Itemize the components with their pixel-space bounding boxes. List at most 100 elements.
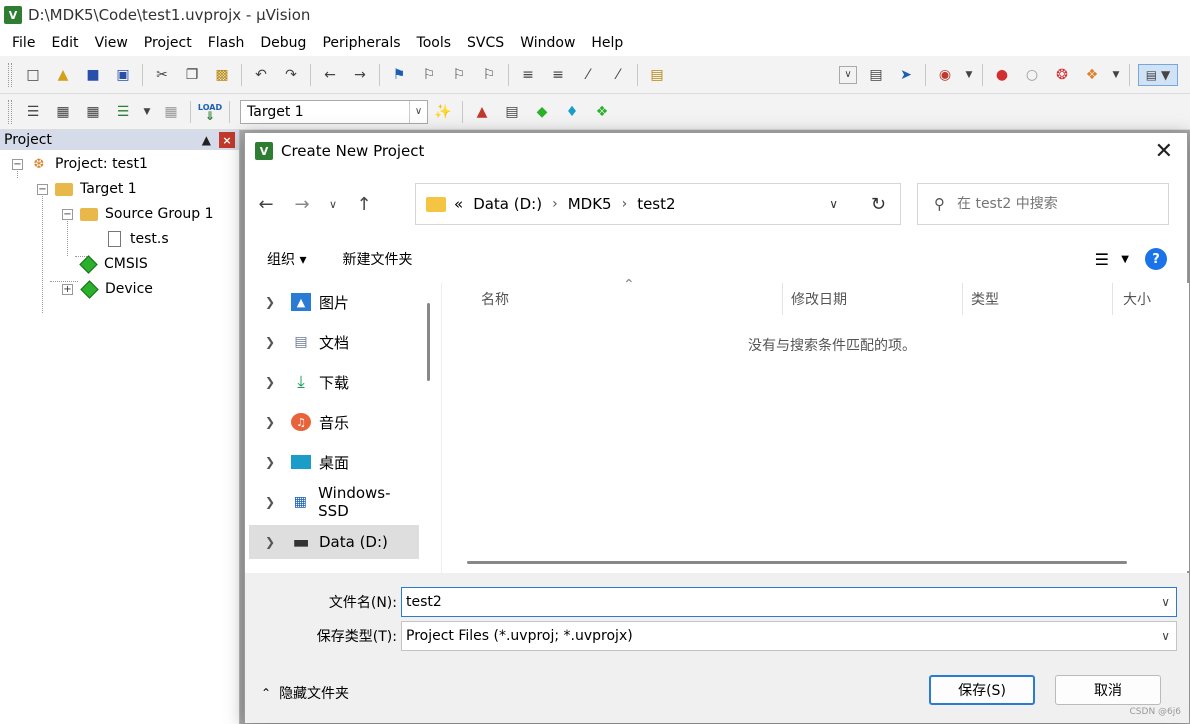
- nav-item-documents[interactable]: ❯ ▤ 文档: [249, 325, 419, 359]
- cancel-button[interactable]: 取消: [1055, 675, 1161, 705]
- new-file-icon[interactable]: □: [22, 64, 44, 86]
- view-dropdown-icon[interactable]: ▼: [1121, 254, 1129, 265]
- menu-flash[interactable]: Flash: [200, 35, 253, 51]
- chevron-down-icon[interactable]: ∨: [409, 100, 427, 123]
- toolbar-grip[interactable]: [8, 99, 12, 124]
- nav-item-pictures[interactable]: ❯ ▲ 图片: [249, 285, 419, 319]
- tree-item-file[interactable]: test.s: [104, 227, 169, 251]
- chevron-right-icon[interactable]: ❯: [265, 335, 285, 349]
- paste-icon[interactable]: ▩: [211, 64, 233, 86]
- close-icon[interactable]: ✕: [1155, 139, 1173, 164]
- column-header-type[interactable]: 类型: [963, 283, 1113, 315]
- disable-breakpoint-icon[interactable]: ○: [1021, 64, 1043, 86]
- breadcrumb-overflow[interactable]: «: [454, 195, 463, 213]
- menu-debug[interactable]: Debug: [252, 35, 314, 51]
- pin-icon[interactable]: ▲: [202, 133, 211, 147]
- copy-icon[interactable]: ❐: [181, 64, 203, 86]
- search-box[interactable]: ⚲: [917, 183, 1169, 225]
- cut-icon[interactable]: ✂: [151, 64, 173, 86]
- back-arrow-icon[interactable]: ←: [251, 189, 281, 219]
- build-icon[interactable]: ▦: [52, 101, 74, 123]
- chevron-right-icon[interactable]: ❯: [265, 375, 285, 389]
- menu-project[interactable]: Project: [136, 35, 200, 51]
- tree-item-project[interactable]: − ❆ Project: test1: [12, 152, 148, 176]
- breakpoint-icon[interactable]: ●: [991, 64, 1013, 86]
- nav-item-desktop[interactable]: ❯ 桌面: [249, 445, 419, 479]
- uncomment-icon[interactable]: ⁄: [607, 64, 629, 86]
- horizontal-scrollbar[interactable]: [467, 561, 1127, 564]
- debug-session-icon[interactable]: ◉: [934, 64, 956, 86]
- open-folder-icon[interactable]: ▲: [52, 64, 74, 86]
- batch-dropdown-icon[interactable]: ▼: [142, 101, 152, 123]
- filetype-select[interactable]: Project Files (*.uvproj; *.uvprojx) ∨: [401, 621, 1177, 651]
- manage-components-icon[interactable]: ▲: [471, 101, 493, 123]
- find-dropdown-icon[interactable]: ∨: [839, 65, 857, 84]
- kill-breakpoints-icon[interactable]: ❂: [1051, 64, 1073, 86]
- search-input[interactable]: [957, 196, 1157, 212]
- up-arrow-icon[interactable]: ↑: [349, 189, 379, 219]
- tree-item-device[interactable]: + Device: [62, 277, 153, 301]
- window-layout-icon[interactable]: ▤ ▼: [1138, 63, 1178, 86]
- breadcrumb-item[interactable]: Data (D:): [473, 195, 542, 213]
- recent-locations-icon[interactable]: ∨: [323, 189, 343, 219]
- find-in-files-icon[interactable]: ▤: [646, 64, 668, 86]
- column-header-name[interactable]: 名称: [445, 283, 783, 315]
- filename-input[interactable]: [406, 594, 1126, 610]
- breadcrumb-item[interactable]: test2: [637, 195, 675, 213]
- menu-peripherals[interactable]: Peripherals: [314, 35, 408, 51]
- unindent-icon[interactable]: ≡: [547, 64, 569, 86]
- tree-item-source-group[interactable]: − Source Group 1: [62, 202, 214, 226]
- chevron-right-icon[interactable]: ❯: [265, 455, 285, 469]
- chevron-down-icon[interactable]: ∨: [1161, 629, 1170, 643]
- target-select[interactable]: Target 1 ∨: [240, 99, 428, 124]
- nav-item-music[interactable]: ❯ ♫ 音乐: [249, 405, 419, 439]
- nav-item-windows-ssd[interactable]: ❯ ▦ Windows-SSD: [249, 484, 419, 520]
- configure-dropdown-icon[interactable]: ▼: [1111, 64, 1121, 86]
- menu-window[interactable]: Window: [512, 35, 583, 51]
- target-options-icon[interactable]: ✨: [432, 101, 454, 123]
- nav-item-data-d[interactable]: ❯ ▬ Data (D:): [249, 525, 419, 559]
- translate-icon[interactable]: ☰: [22, 101, 44, 123]
- chevron-down-icon[interactable]: ∨: [1161, 595, 1170, 609]
- tree-item-target[interactable]: − Target 1: [37, 177, 137, 201]
- expand-icon[interactable]: +: [62, 283, 73, 295]
- new-folder-button[interactable]: 新建文件夹: [342, 249, 412, 269]
- indent-icon[interactable]: ≡: [517, 64, 539, 86]
- chevron-down-icon[interactable]: ∨: [829, 197, 838, 211]
- clear-bookmarks-icon[interactable]: ⚐: [478, 64, 500, 86]
- menu-tools[interactable]: Tools: [409, 35, 460, 51]
- chevron-right-icon[interactable]: ❯: [265, 535, 285, 549]
- nav-item-downloads[interactable]: ❯ ⤓ 下载: [249, 365, 419, 399]
- pack-installer-icon[interactable]: ❖: [591, 101, 613, 123]
- next-bookmark-icon[interactable]: ⚐: [448, 64, 470, 86]
- chevron-right-icon[interactable]: ❯: [265, 415, 285, 429]
- chevron-right-icon[interactable]: ❯: [265, 295, 285, 309]
- file-extensions-icon[interactable]: ▤: [501, 101, 523, 123]
- refresh-icon[interactable]: ↻: [871, 194, 886, 215]
- chevron-right-icon[interactable]: ›: [622, 196, 628, 212]
- chevron-right-icon[interactable]: ›: [552, 196, 558, 212]
- breadcrumb-item[interactable]: MDK5: [568, 195, 612, 213]
- comment-icon[interactable]: ⁄: [577, 64, 599, 86]
- toolbar-grip[interactable]: [8, 62, 12, 87]
- collapse-icon[interactable]: −: [12, 158, 23, 170]
- hide-folders-toggle[interactable]: ⌃ 隐藏文件夹: [261, 683, 349, 703]
- collapse-icon[interactable]: −: [62, 208, 73, 220]
- menu-view[interactable]: View: [87, 35, 136, 51]
- menu-edit[interactable]: Edit: [43, 35, 86, 51]
- prev-bookmark-icon[interactable]: ⚐: [418, 64, 440, 86]
- undo-icon[interactable]: ↶: [250, 64, 272, 86]
- configure-icon[interactable]: ❖: [1081, 64, 1103, 86]
- save-all-icon[interactable]: ▣: [112, 64, 134, 86]
- redo-icon[interactable]: ↷: [280, 64, 302, 86]
- stop-build-icon[interactable]: ▦: [160, 101, 182, 123]
- address-bar[interactable]: « Data (D:) › MDK5 › test2 ∨ ↻: [415, 183, 901, 225]
- chevron-right-icon[interactable]: ❯: [265, 495, 285, 509]
- filename-combobox[interactable]: ∨: [401, 587, 1177, 617]
- navigate-back-icon[interactable]: ←: [319, 64, 341, 86]
- navigate-forward-icon[interactable]: →: [349, 64, 371, 86]
- tree-item-cmsis[interactable]: CMSIS: [78, 252, 148, 276]
- menu-svcs[interactable]: SVCS: [459, 35, 512, 51]
- forward-arrow-icon[interactable]: →: [287, 189, 317, 219]
- load-download-icon[interactable]: LOAD ⇓: [198, 101, 222, 123]
